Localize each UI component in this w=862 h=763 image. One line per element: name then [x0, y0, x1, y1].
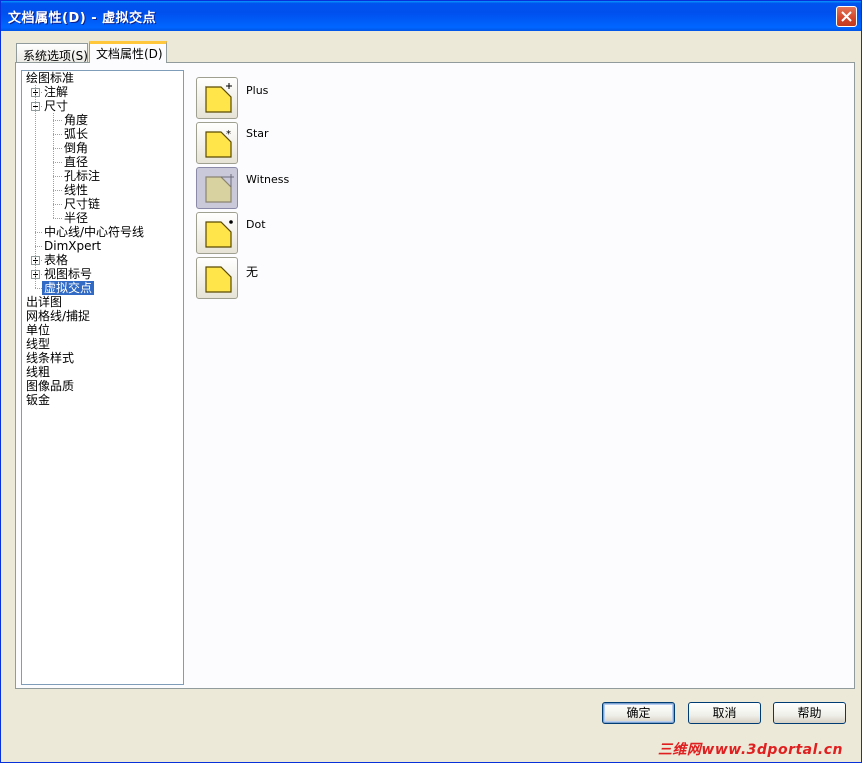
dot-option-button[interactable]: [196, 212, 238, 254]
tree-item[interactable]: 线型: [26, 337, 50, 351]
tree-connector: [53, 190, 62, 191]
tree-item[interactable]: 视图标号: [44, 267, 92, 281]
witness-option-label: Witness: [246, 173, 290, 186]
tree-item[interactable]: 尺寸: [44, 99, 68, 113]
tab-panel: 绘图标准 注解 尺寸 角度 弧长 倒角 直径 孔标注 线性 尺寸链 半径 中心线/中心符号线 DimXp…: [15, 62, 855, 689]
tree-guide-line: [53, 113, 54, 218]
title-bar[interactable]: 文档属性(D) - 虚拟交点: [1, 1, 861, 31]
help-button[interactable]: 帮助: [773, 702, 846, 724]
plus-option-label: Plus: [246, 84, 269, 97]
star-option-label: Star: [246, 127, 269, 140]
tree-connector: [53, 176, 62, 177]
tree-connector: [53, 218, 62, 219]
tree-item[interactable]: 注解: [44, 85, 68, 99]
tree-item[interactable]: 出详图: [26, 295, 62, 309]
tree-item[interactable]: 钣金: [26, 393, 50, 407]
tree-item[interactable]: 网格线/捕捉: [26, 309, 90, 323]
tree-item[interactable]: 倒角: [64, 141, 88, 155]
plus-option-button[interactable]: [196, 77, 238, 119]
tree-item[interactable]: 尺寸链: [64, 197, 100, 211]
tree-connector: [53, 204, 62, 205]
tree-connector: [53, 134, 62, 135]
tree-item[interactable]: 虚拟交点: [42, 281, 95, 295]
tree-connector: [35, 232, 42, 233]
tree-item[interactable]: 角度: [64, 113, 88, 127]
tree-item[interactable]: 直径: [64, 155, 88, 169]
tree-item[interactable]: DimXpert: [44, 239, 101, 253]
tree-item[interactable]: 线性: [64, 183, 88, 197]
tree-item[interactable]: 线粗: [26, 365, 50, 379]
close-button[interactable]: [836, 6, 857, 27]
window-title: 文档属性(D) - 虚拟交点: [8, 11, 157, 26]
tree-item[interactable]: 中心线/中心符号线: [44, 225, 144, 239]
none-option-label: 无: [246, 265, 259, 279]
watermark: 三维网www.3dportal.cn: [657, 742, 843, 758]
tree-item[interactable]: 线条样式: [26, 351, 74, 365]
settings-tree[interactable]: 绘图标准 注解 尺寸 角度 弧长 倒角 直径 孔标注 线性 尺寸链 半径 中心线/中心符号线 DimXp…: [21, 70, 184, 685]
svg-text:*: *: [226, 129, 231, 140]
tree-connector: [53, 120, 62, 121]
tree-connector: [35, 246, 42, 247]
tree-item[interactable]: 单位: [26, 323, 50, 337]
tree-item[interactable]: 图像品质: [26, 379, 74, 393]
witness-option-button[interactable]: [196, 167, 238, 209]
tree-guide-line: [35, 85, 36, 288]
dialog-window: 文档属性(D) - 虚拟交点 系统选项(S) 文档属性(D) 绘图标准 注解 尺寸角…: [0, 0, 862, 763]
none-option-button[interactable]: [196, 257, 238, 299]
tree-item[interactable]: 绘图标准: [26, 71, 74, 85]
ok-button[interactable]: 确定: [602, 702, 675, 724]
cancel-button[interactable]: 取消: [688, 702, 761, 724]
tree-connector: [53, 162, 62, 163]
tree-item[interactable]: 表格: [44, 253, 68, 267]
tree-item[interactable]: 孔标注: [64, 169, 100, 183]
star-option-button[interactable]: *: [196, 122, 238, 164]
tree-item[interactable]: 弧长: [64, 127, 88, 141]
tab-system-options[interactable]: 系统选项(S): [16, 43, 88, 63]
dot-option-label: Dot: [246, 218, 266, 231]
tree-item[interactable]: 半径: [64, 211, 88, 225]
tree-connector: [35, 288, 42, 289]
tab-document-properties[interactable]: 文档属性(D): [89, 41, 167, 63]
tree-connector: [53, 148, 62, 149]
